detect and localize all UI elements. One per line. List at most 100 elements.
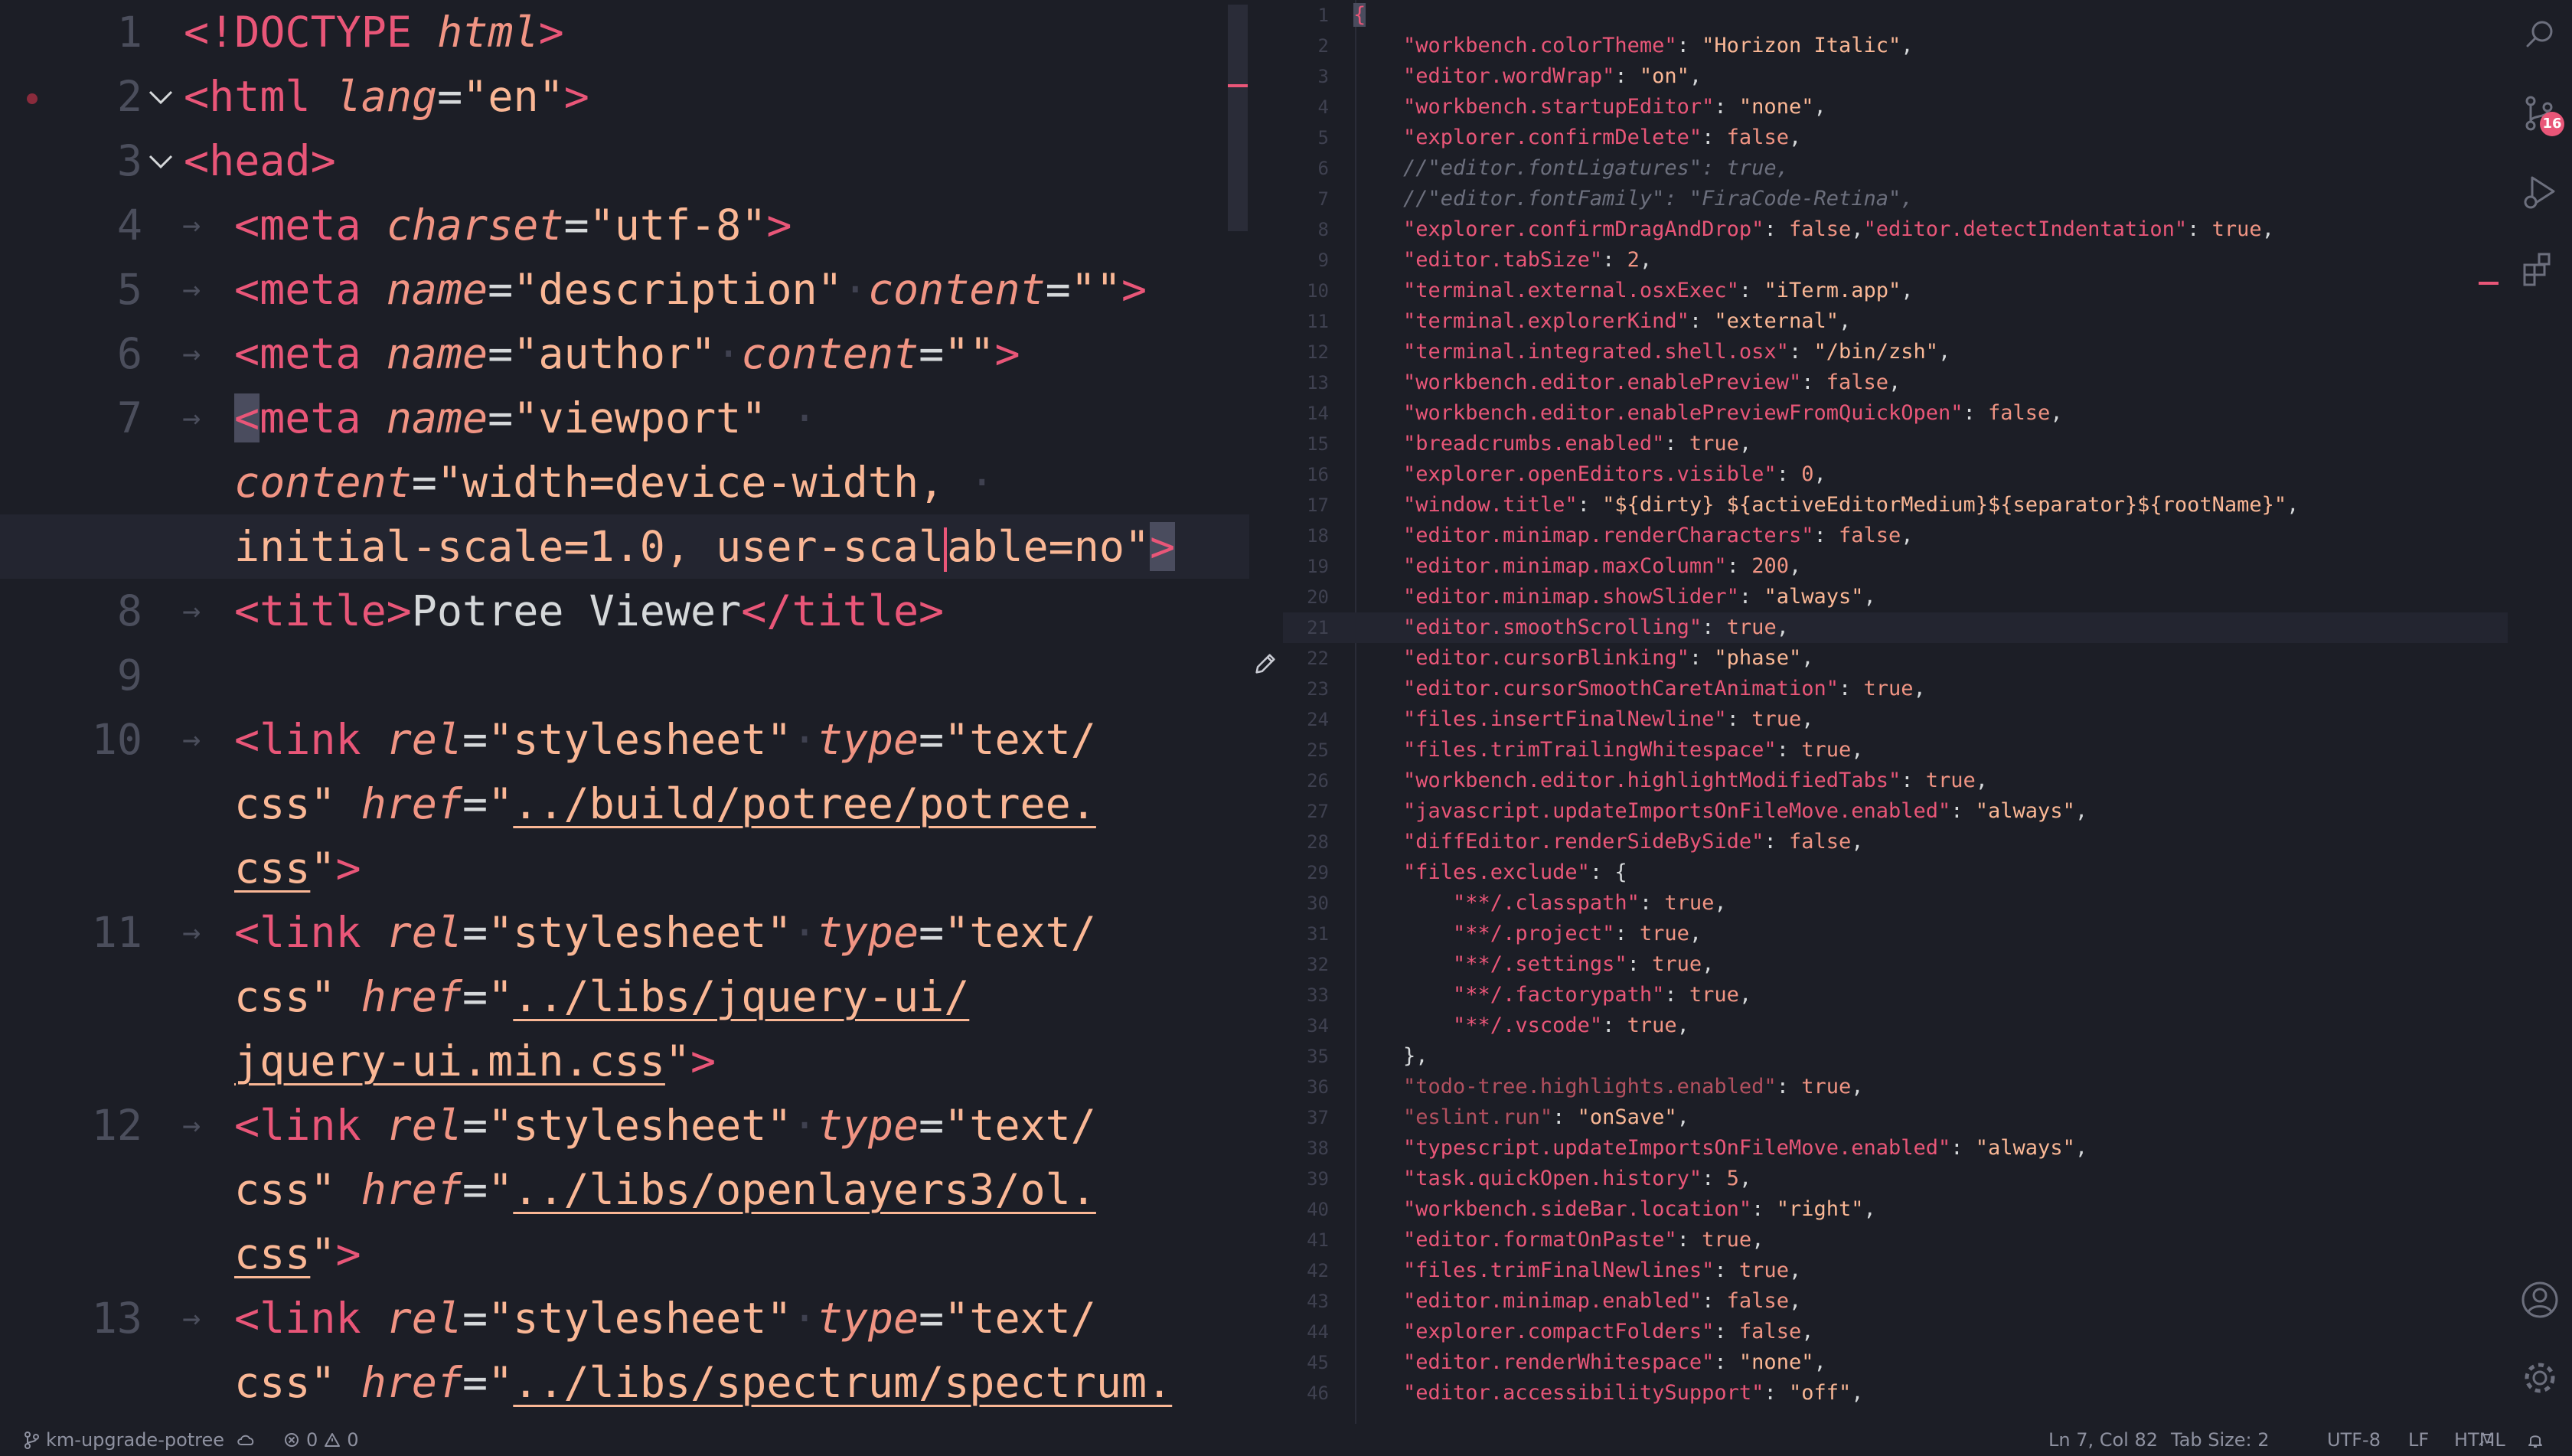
code-line[interactable]: css"> bbox=[0, 836, 1249, 900]
settings-line[interactable]: 40 "workbench.sideBar.location": "right"… bbox=[1283, 1194, 2508, 1225]
settings-line[interactable]: 16 "explorer.openEditors.visible": 0, bbox=[1283, 459, 2508, 490]
notifications-bell-icon[interactable] bbox=[2526, 1431, 2544, 1449]
run-debug-icon[interactable] bbox=[2518, 170, 2561, 213]
code-content[interactable]: "explorer.openEditors.visible": 0, bbox=[1353, 459, 1826, 490]
code-content[interactable]: "window.title": "${dirty} ${activeEditor… bbox=[1353, 490, 2299, 521]
code-line[interactable]: css" href="../libs/jquery-ui/ bbox=[0, 965, 1249, 1029]
cursor-position[interactable]: Ln 7, Col 82 bbox=[2048, 1424, 2158, 1456]
pencil-icon[interactable] bbox=[1252, 651, 1278, 677]
settings-line[interactable]: 1{ bbox=[1283, 0, 2508, 31]
code-content[interactable]: "javascript.updateImportsOnFileMove.enab… bbox=[1353, 796, 2087, 827]
settings-line[interactable]: 8 "explorer.confirmDragAndDrop": false,"… bbox=[1283, 214, 2508, 245]
settings-line[interactable]: 34 "**/.vscode": true, bbox=[1283, 1010, 2508, 1041]
code-content[interactable]: <title>Potree Viewer</title> bbox=[234, 579, 944, 643]
code-line[interactable]: 4 → <meta charset="utf-8"> bbox=[0, 193, 1249, 257]
code-line[interactable]: 13 → <link rel="stylesheet"·type="text/ bbox=[0, 1286, 1249, 1350]
code-content[interactable]: "breadcrumbs.enabled": true, bbox=[1353, 429, 1751, 459]
settings-line[interactable]: 45 "editor.renderWhitespace": "none", bbox=[1283, 1347, 2508, 1378]
code-content[interactable]: css" href="../libs/spectrum/spectrum. bbox=[234, 1350, 1172, 1415]
settings-line[interactable]: 14 "workbench.editor.enablePreviewFromQu… bbox=[1283, 398, 2508, 429]
search-icon[interactable] bbox=[2518, 14, 2561, 57]
code-line[interactable]: 11 → <link rel="stylesheet"·type="text/ bbox=[0, 900, 1249, 965]
left-editor-pane[interactable]: 1 <!DOCTYPE html> 2 <html lang="en"> 3 <head>… bbox=[0, 0, 1249, 1424]
code-content[interactable]: "eslint.run": "onSave", bbox=[1353, 1102, 1689, 1133]
settings-line[interactable]: 25 "files.trimTrailingWhitespace": true, bbox=[1283, 735, 2508, 766]
code-line[interactable]: 9 bbox=[0, 643, 1249, 707]
code-content[interactable]: "editor.cursorSmoothCaretAnimation": tru… bbox=[1353, 674, 1926, 704]
extensions-icon[interactable] bbox=[2518, 248, 2561, 291]
settings-line[interactable]: 23 "editor.cursorSmoothCaretAnimation": … bbox=[1283, 674, 2508, 704]
code-content[interactable]: <link rel="stylesheet"·type="text/ bbox=[234, 707, 1096, 772]
code-content[interactable]: "workbench.editor.enablePreview": false, bbox=[1353, 367, 1901, 398]
settings-line[interactable]: 27 "javascript.updateImportsOnFileMove.e… bbox=[1283, 796, 2508, 827]
code-content[interactable]: css" href="../libs/openlayers3/ol. bbox=[234, 1157, 1096, 1222]
settings-line[interactable]: 37 "eslint.run": "onSave", bbox=[1283, 1102, 2508, 1133]
code-content[interactable]: "terminal.explorerKind": "external", bbox=[1353, 306, 1851, 337]
code-content[interactable]: <meta charset="utf-8"> bbox=[234, 193, 792, 257]
code-content[interactable]: "**/.vscode": true, bbox=[1353, 1010, 1689, 1041]
code-content[interactable]: css" href="../libs/jquery-ui/ bbox=[234, 965, 969, 1029]
code-content[interactable]: jquery-ui.min.css"> bbox=[234, 1029, 716, 1093]
settings-line[interactable]: 38 "typescript.updateImportsOnFileMove.e… bbox=[1283, 1133, 2508, 1164]
code-content[interactable]: <meta name="author"·content=""> bbox=[234, 322, 1020, 386]
settings-line[interactable]: 5 "explorer.confirmDelete": false, bbox=[1283, 122, 2508, 153]
code-content[interactable]: "terminal.external.osxExec": "iTerm.app"… bbox=[1353, 276, 1914, 306]
code-content[interactable]: "editor.minimap.showSlider": "always", bbox=[1353, 582, 1876, 612]
code-content[interactable]: content="width=device-width, · bbox=[234, 450, 994, 514]
code-content[interactable]: "files.trimTrailingWhitespace": true, bbox=[1353, 735, 1863, 766]
code-content[interactable]: "terminal.integrated.shell.osx": "/bin/z… bbox=[1353, 337, 1950, 367]
eol-indicator[interactable]: LF bbox=[2408, 1424, 2429, 1456]
code-content[interactable]: "explorer.confirmDelete": false, bbox=[1353, 122, 1801, 153]
settings-line[interactable]: 22 "editor.cursorBlinking": "phase", bbox=[1283, 643, 2508, 674]
code-content[interactable]: "editor.formatOnPaste": true, bbox=[1353, 1225, 1764, 1255]
sync-button[interactable] bbox=[236, 1424, 256, 1456]
code-content[interactable]: "workbench.editor.highlightModifiedTabs"… bbox=[1353, 766, 1988, 796]
settings-line[interactable]: 35 }, bbox=[1283, 1041, 2508, 1072]
code-content[interactable]: "**/.settings": true, bbox=[1353, 949, 1714, 980]
settings-line[interactable]: 10 "terminal.external.osxExec": "iTerm.a… bbox=[1283, 276, 2508, 306]
settings-line[interactable]: 15 "breadcrumbs.enabled": true, bbox=[1283, 429, 2508, 459]
settings-line[interactable]: 2 "workbench.colorTheme": "Horizon Itali… bbox=[1283, 31, 2508, 61]
code-line[interactable]: css" href="../libs/spectrum/spectrum. bbox=[0, 1350, 1249, 1415]
code-line[interactable]: initial-scale=1.0, user-scalable=no"> bbox=[0, 514, 1249, 579]
code-line[interactable]: 7 → <meta name="viewport" · bbox=[0, 386, 1249, 450]
code-content[interactable]: "diffEditor.renderSideBySide": false, bbox=[1353, 827, 1863, 857]
settings-line[interactable]: 36 "todo-tree.highlights.enabled": true, bbox=[1283, 1072, 2508, 1102]
code-content[interactable]: "editor.minimap.renderCharacters": false… bbox=[1353, 521, 1914, 551]
code-line[interactable]: jquery-ui.min.css"> bbox=[0, 1029, 1249, 1093]
code-content[interactable]: "typescript.updateImportsOnFileMove.enab… bbox=[1353, 1133, 2087, 1164]
code-content[interactable]: "editor.accessibilitySupport": "off", bbox=[1353, 1378, 1863, 1409]
code-content[interactable]: <link rel="stylesheet"·type="text/ bbox=[234, 900, 1096, 965]
settings-line[interactable]: 24 "files.insertFinalNewline": true, bbox=[1283, 704, 2508, 735]
code-content[interactable]: "todo-tree.highlights.enabled": true, bbox=[1353, 1072, 1863, 1102]
settings-line[interactable]: 13 "workbench.editor.enablePreview": fal… bbox=[1283, 367, 2508, 398]
code-line[interactable]: 6 → <meta name="author"·content=""> bbox=[0, 322, 1249, 386]
code-content[interactable]: "explorer.compactFolders": false, bbox=[1353, 1317, 1813, 1347]
settings-line[interactable]: 28 "diffEditor.renderSideBySide": false, bbox=[1283, 827, 2508, 857]
settings-line[interactable]: 9 "editor.tabSize": 2, bbox=[1283, 245, 2508, 276]
code-line[interactable]: 1 <!DOCTYPE html> bbox=[0, 0, 1249, 64]
settings-line[interactable]: 20 "editor.minimap.showSlider": "always"… bbox=[1283, 582, 2508, 612]
settings-line[interactable]: 11 "terminal.explorerKind": "external", bbox=[1283, 306, 2508, 337]
code-content[interactable]: <html lang="en"> bbox=[184, 64, 589, 129]
settings-line[interactable]: 18 "editor.minimap.renderCharacters": fa… bbox=[1283, 521, 2508, 551]
code-content[interactable]: <!DOCTYPE html> bbox=[184, 0, 564, 64]
code-content[interactable]: "workbench.colorTheme": "Horizon Italic"… bbox=[1353, 31, 1914, 61]
settings-gear-icon[interactable] bbox=[2518, 1356, 2561, 1399]
breakpoint-dot[interactable] bbox=[27, 93, 38, 104]
code-line[interactable]: 3 <head> bbox=[0, 129, 1249, 193]
code-content[interactable]: { bbox=[1353, 0, 1366, 31]
code-content[interactable]: <meta name="viewport" · bbox=[234, 386, 818, 450]
code-line[interactable]: 12 → <link rel="stylesheet"·type="text/ bbox=[0, 1093, 1249, 1157]
settings-line[interactable]: 26 "workbench.editor.highlightModifiedTa… bbox=[1283, 766, 2508, 796]
settings-line[interactable]: 3 "editor.wordWrap": "on", bbox=[1283, 61, 2508, 92]
settings-line[interactable]: 21 "editor.smoothScrolling": true, bbox=[1283, 612, 2508, 643]
settings-line[interactable]: 7 //"editor.fontFamily": "FiraCode-Retin… bbox=[1283, 184, 2508, 214]
settings-line[interactable]: 33 "**/.factorypath": true, bbox=[1283, 980, 2508, 1010]
problems-indicator[interactable]: 0 0 bbox=[283, 1424, 359, 1456]
settings-line[interactable]: 30 "**/.classpath": true, bbox=[1283, 888, 2508, 919]
settings-line[interactable]: 42 "files.trimFinalNewlines": true, bbox=[1283, 1255, 2508, 1286]
code-content[interactable]: "editor.smoothScrolling": true, bbox=[1353, 612, 1789, 643]
code-content[interactable]: "workbench.editor.enablePreviewFromQuick… bbox=[1353, 398, 2063, 429]
code-line[interactable]: css" href="../libs/openlayers3/ol. bbox=[0, 1157, 1249, 1222]
